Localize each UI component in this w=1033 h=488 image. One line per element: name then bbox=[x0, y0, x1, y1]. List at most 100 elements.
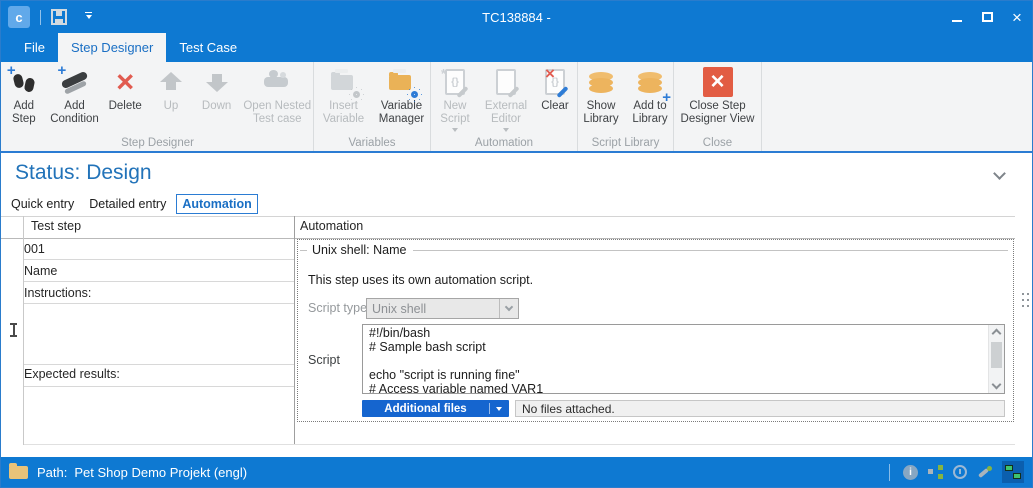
delete-icon: × bbox=[108, 64, 142, 100]
variable-manager-button[interactable]: Variable Manager bbox=[375, 64, 429, 126]
up-button[interactable]: Up bbox=[150, 64, 192, 126]
quick-access-dropdown-icon[interactable] bbox=[85, 12, 92, 22]
variable-manager-icon bbox=[385, 64, 419, 100]
app-window: c TC138884 - × File Step Designer Test C… bbox=[0, 0, 1033, 488]
group-label-variables: Variables bbox=[314, 137, 430, 149]
close-view-icon: × bbox=[701, 64, 735, 100]
script-description: This step uses its own automation script… bbox=[308, 273, 533, 287]
column-divider bbox=[294, 216, 295, 445]
script-group-title: Unix shell: Name bbox=[312, 243, 406, 257]
expected-results-cell[interactable]: Expected results: bbox=[24, 367, 294, 381]
group-label-step-designer: Step Designer bbox=[2, 137, 313, 149]
insert-variable-icon bbox=[327, 64, 361, 100]
clear-button[interactable]: {} × Clear bbox=[534, 64, 576, 135]
add-step-icon: + bbox=[7, 64, 41, 100]
ribbon-tab-bar: File Step Designer Test Case bbox=[1, 33, 1032, 62]
insert-variable-button[interactable]: Insert Variable bbox=[316, 64, 372, 126]
script-scrollbar[interactable] bbox=[988, 325, 1004, 393]
new-script-icon: {} * bbox=[438, 64, 472, 100]
row-separator bbox=[24, 259, 294, 260]
files-status-text: No files attached. bbox=[522, 402, 615, 416]
maximize-button[interactable] bbox=[972, 1, 1002, 33]
status-bar-icons: i bbox=[889, 457, 1024, 487]
open-nested-test-case-button[interactable]: Open Nested Test case bbox=[241, 64, 313, 126]
test-step-number-cell[interactable]: 001 bbox=[24, 242, 294, 256]
column-header-automation: Automation bbox=[300, 219, 363, 233]
arrow-up-icon bbox=[154, 64, 188, 100]
script-type-select[interactable]: Unix shell bbox=[366, 298, 519, 319]
automation-cell[interactable]: Unix shell: Name This step uses its own … bbox=[297, 239, 1014, 422]
group-label-automation: Automation bbox=[431, 137, 577, 149]
external-editor-button[interactable]: External Editor bbox=[481, 64, 531, 135]
arrow-down-icon bbox=[200, 64, 234, 100]
dropdown-caret-icon bbox=[503, 128, 509, 135]
tab-automation[interactable]: Automation bbox=[176, 194, 257, 214]
add-condition-button[interactable]: + Add Condition bbox=[49, 64, 101, 126]
script-type-value: Unix shell bbox=[372, 302, 426, 316]
status-bar: Path: Pet Shop Demo Projekt (engl) i bbox=[1, 457, 1032, 487]
collapse-chevron-icon[interactable] bbox=[993, 167, 1006, 180]
show-library-button[interactable]: Show Library bbox=[578, 64, 624, 126]
hierarchy-icon[interactable] bbox=[928, 465, 943, 479]
new-script-button[interactable]: {} * New Script bbox=[432, 64, 478, 135]
script-content[interactable]: #!/bin/bash # Sample bash script echo "s… bbox=[369, 326, 984, 396]
tab-detailed-entry[interactable]: Detailed entry bbox=[84, 195, 171, 213]
row-separator bbox=[24, 444, 1015, 445]
instructions-label-cell[interactable]: Instructions: bbox=[24, 286, 294, 300]
nested-test-case-icon bbox=[260, 64, 294, 100]
script-textarea[interactable]: #!/bin/bash # Sample bash script echo "s… bbox=[362, 324, 1005, 394]
files-status-field: No files attached. bbox=[515, 400, 1005, 417]
network-status-icon[interactable] bbox=[1002, 461, 1024, 483]
dropdown-caret-icon bbox=[452, 128, 458, 135]
row-separator bbox=[24, 281, 294, 282]
minimize-button[interactable] bbox=[942, 1, 972, 33]
down-button[interactable]: Down bbox=[195, 64, 239, 126]
scroll-up-icon[interactable] bbox=[992, 329, 1002, 339]
ribbon: + Add Step + Add Condition × Delete bbox=[1, 62, 1032, 153]
scroll-thumb[interactable] bbox=[991, 342, 1002, 368]
panel-splitter-handle[interactable] bbox=[1022, 293, 1029, 307]
grid-line bbox=[1, 216, 1015, 217]
status-heading: Status: Design bbox=[15, 161, 152, 185]
tab-test-case[interactable]: Test Case bbox=[166, 33, 250, 62]
ribbon-group-close: × Close Step Designer View Close bbox=[674, 62, 762, 151]
script-label: Script bbox=[308, 353, 340, 367]
tab-quick-entry[interactable]: Quick entry bbox=[6, 195, 79, 213]
tools-icon[interactable] bbox=[977, 465, 992, 479]
path-value: Pet Shop Demo Projekt (engl) bbox=[74, 465, 247, 480]
ribbon-group-step-designer: + Add Step + Add Condition × Delete bbox=[2, 62, 314, 151]
add-to-library-button[interactable]: + Add to Library bbox=[627, 64, 673, 126]
close-step-designer-view-button[interactable]: × Close Step Designer View bbox=[677, 64, 759, 126]
row-separator bbox=[24, 364, 294, 365]
chevron-down-icon bbox=[499, 299, 518, 318]
scroll-down-icon[interactable] bbox=[992, 380, 1002, 390]
instructions-value-cell[interactable] bbox=[24, 304, 294, 363]
tab-step-designer[interactable]: Step Designer bbox=[58, 33, 166, 62]
main-content: Status: Design Quick entry Detailed entr… bbox=[1, 155, 1032, 457]
entry-tabs: Quick entry Detailed entry Automation bbox=[6, 194, 258, 214]
ribbon-group-script-library: Show Library + Add to Library Script Lib… bbox=[578, 62, 674, 151]
folder-icon bbox=[9, 466, 28, 479]
title-bar: c TC138884 - × bbox=[1, 1, 1032, 33]
close-button[interactable]: × bbox=[1002, 1, 1032, 33]
text-cursor bbox=[9, 323, 18, 337]
app-icon[interactable]: c bbox=[8, 6, 30, 28]
database-add-icon: + bbox=[633, 64, 667, 100]
script-groupbox-legend: Unix shell: Name bbox=[300, 243, 1008, 257]
additional-files-button[interactable]: Additional files bbox=[362, 400, 509, 417]
save-icon[interactable] bbox=[51, 9, 67, 25]
history-icon[interactable] bbox=[953, 465, 967, 479]
row-separator bbox=[24, 386, 294, 387]
database-icon bbox=[584, 64, 618, 100]
script-type-label: Script type bbox=[308, 301, 367, 315]
ribbon-group-automation: {} * New Script External Editor bbox=[431, 62, 578, 151]
add-step-button[interactable]: + Add Step bbox=[2, 64, 46, 126]
divider bbox=[889, 464, 890, 481]
tab-file[interactable]: File bbox=[11, 33, 58, 62]
delete-button[interactable]: × Delete bbox=[103, 64, 147, 126]
group-label-close: Close bbox=[674, 137, 761, 149]
window-title: TC138884 - bbox=[1, 10, 1032, 25]
info-icon[interactable]: i bbox=[903, 465, 918, 480]
test-step-name-cell[interactable]: Name bbox=[24, 264, 294, 278]
ribbon-group-variables: Insert Variable Variable Manager Variabl… bbox=[314, 62, 431, 151]
